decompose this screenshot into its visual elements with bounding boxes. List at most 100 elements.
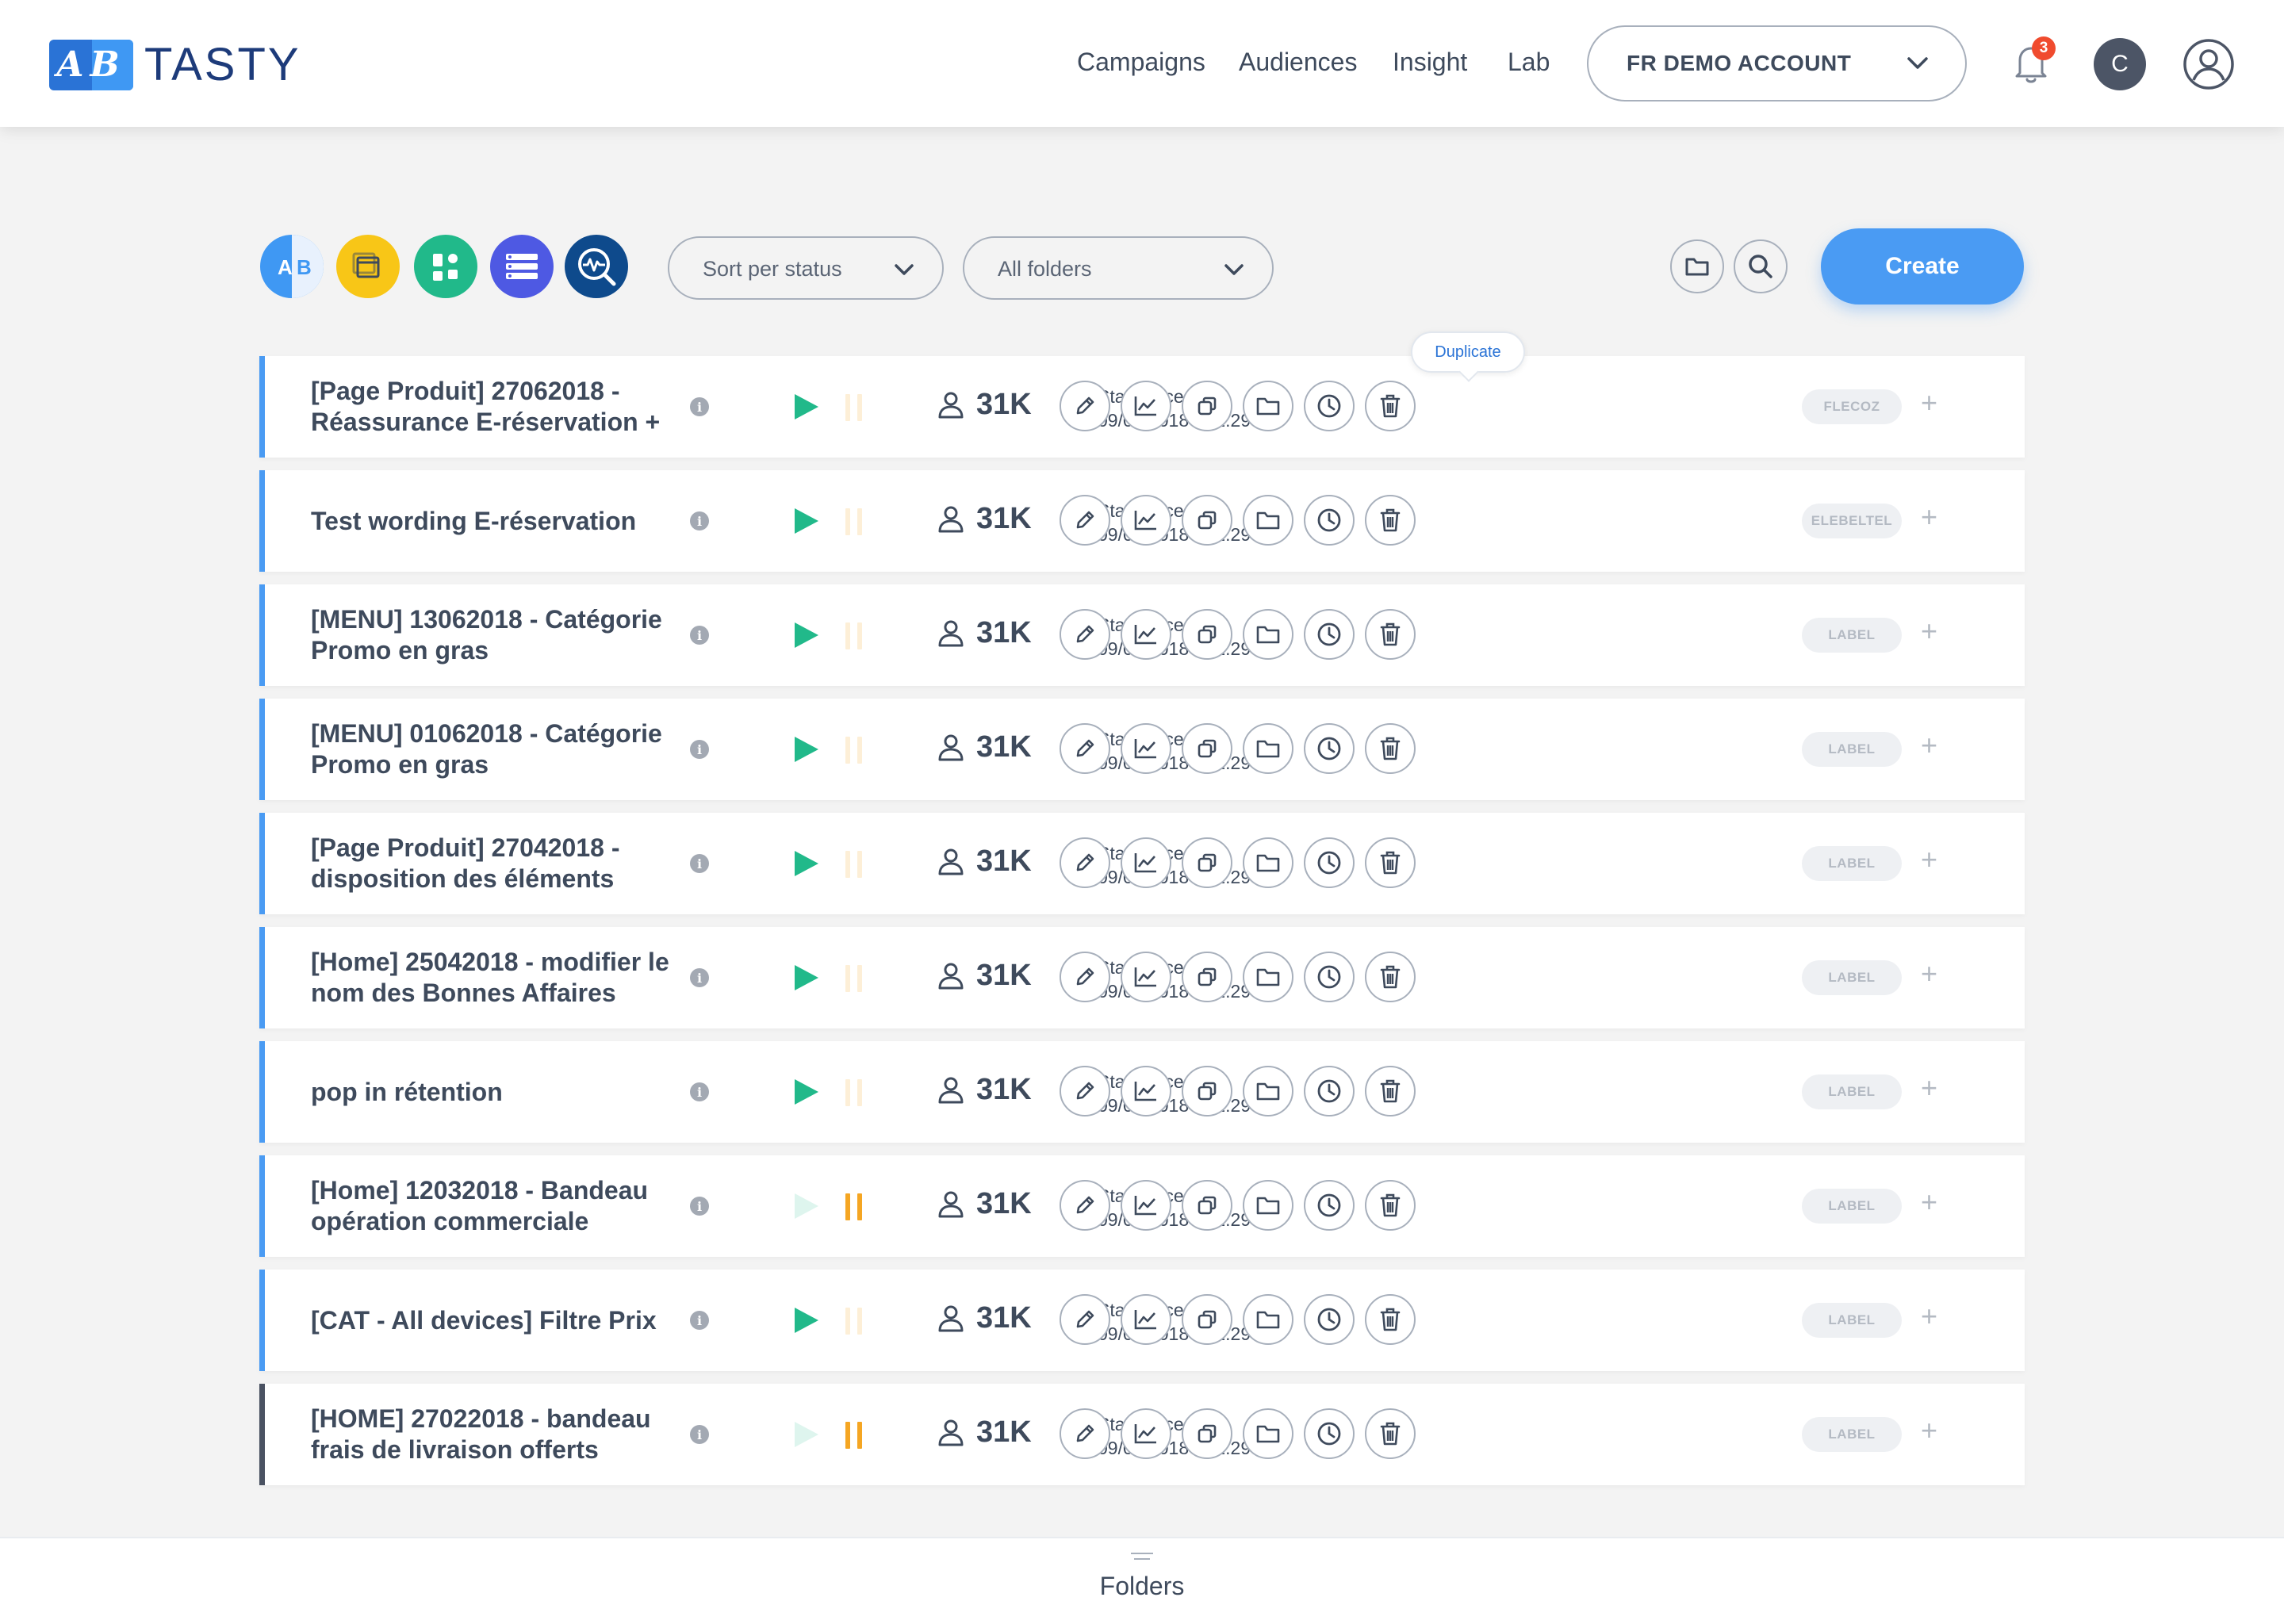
campaign-label-chip[interactable]: LABEL [1802, 1417, 1902, 1452]
campaign-row[interactable]: Test wording E-réservationi31KStart sinc… [259, 470, 2025, 572]
report-button[interactable] [1121, 837, 1171, 888]
history-button[interactable] [1304, 837, 1355, 888]
folder-view-button[interactable] [1670, 239, 1724, 293]
delete-button[interactable] [1365, 1066, 1416, 1116]
campaign-label-chip[interactable]: ELEBELTEL [1802, 504, 1902, 538]
campaign-row[interactable]: [Home] 25042018 - modifier le nom des Bo… [259, 927, 2025, 1028]
campaign-label-chip[interactable]: LABEL [1802, 1303, 1902, 1338]
play-icon[interactable] [790, 1190, 822, 1222]
pause-icon[interactable] [842, 393, 866, 421]
ab-tasty-logo[interactable]: AB TASTY [49, 38, 301, 91]
move-to-folder-button[interactable] [1243, 1180, 1293, 1231]
campaign-name[interactable]: [MENU] 13062018 - Catégorie Promo en gra… [311, 584, 676, 686]
account-selector[interactable]: FR DEMO ACCOUNT [1587, 25, 1967, 102]
edit-button[interactable] [1060, 1180, 1110, 1231]
report-button[interactable] [1121, 1066, 1171, 1116]
widgets-filter[interactable] [414, 235, 477, 298]
add-label-icon[interactable]: + [1921, 1300, 1937, 1333]
move-to-folder-button[interactable] [1243, 1294, 1293, 1345]
campaign-name[interactable]: [Page Produit] 27042018 - disposition de… [311, 813, 676, 914]
duplicate-button[interactable] [1182, 381, 1232, 431]
add-label-icon[interactable]: + [1921, 957, 1937, 990]
edit-button[interactable] [1060, 609, 1110, 660]
history-button[interactable] [1304, 495, 1355, 546]
report-button[interactable] [1121, 723, 1171, 774]
add-label-icon[interactable]: + [1921, 500, 1937, 534]
account-avatar[interactable]: C [2094, 38, 2146, 90]
report-button[interactable] [1121, 1180, 1171, 1231]
edit-button[interactable] [1060, 1408, 1110, 1459]
report-button[interactable] [1121, 952, 1171, 1002]
delete-button[interactable] [1365, 837, 1416, 888]
report-button[interactable] [1121, 609, 1171, 660]
edit-button[interactable] [1060, 952, 1110, 1002]
play-icon[interactable] [790, 1076, 822, 1108]
ab-test-filter[interactable]: A B [260, 235, 324, 298]
move-to-folder-button[interactable] [1243, 1066, 1293, 1116]
duplicate-button[interactable] [1182, 1408, 1232, 1459]
duplicate-button[interactable] [1182, 1066, 1232, 1116]
pause-icon[interactable] [842, 735, 866, 764]
delete-button[interactable] [1365, 952, 1416, 1002]
campaign-name[interactable]: [HOME] 27022018 - bandeau frais de livra… [311, 1384, 676, 1485]
campaign-row[interactable]: [MENU] 13062018 - Catégorie Promo en gra… [259, 584, 2025, 686]
move-to-folder-button[interactable] [1243, 837, 1293, 888]
drag-handle-icon[interactable] [1131, 1553, 1153, 1564]
campaign-label-chip[interactable]: LABEL [1802, 846, 1902, 881]
info-icon[interactable]: i [690, 740, 709, 759]
pause-icon[interactable] [842, 1420, 866, 1449]
move-to-folder-button[interactable] [1243, 495, 1293, 546]
play-icon[interactable] [790, 1419, 822, 1450]
performance-filter[interactable] [565, 235, 628, 298]
history-button[interactable] [1304, 1294, 1355, 1345]
folders-footer[interactable]: Folders [0, 1537, 2284, 1624]
history-button[interactable] [1304, 952, 1355, 1002]
play-icon[interactable] [790, 619, 822, 651]
campaign-row[interactable]: [Home] 12032018 - Bandeau opération comm… [259, 1155, 2025, 1257]
duplicate-button[interactable] [1182, 723, 1232, 774]
nav-audiences[interactable]: Audiences [1239, 48, 1357, 77]
duplicate-button[interactable] [1182, 952, 1232, 1002]
duplicate-button[interactable] [1182, 495, 1232, 546]
edit-button[interactable] [1060, 723, 1110, 774]
delete-button[interactable] [1365, 1408, 1416, 1459]
pause-icon[interactable] [842, 1078, 866, 1106]
play-icon[interactable] [790, 1304, 822, 1336]
move-to-folder-button[interactable] [1243, 609, 1293, 660]
add-label-icon[interactable]: + [1921, 1414, 1937, 1447]
info-icon[interactable]: i [690, 397, 709, 416]
duplicate-button[interactable] [1182, 1294, 1232, 1345]
campaign-label-chip[interactable]: LABEL [1802, 732, 1902, 767]
add-label-icon[interactable]: + [1921, 843, 1937, 876]
delete-button[interactable] [1365, 495, 1416, 546]
add-label-icon[interactable]: + [1921, 615, 1937, 648]
play-icon[interactable] [790, 391, 822, 423]
pause-icon[interactable] [842, 507, 866, 535]
campaign-name[interactable]: [Page Produit] 27062018 - Réassurance E-… [311, 356, 676, 458]
create-button[interactable]: Create [1821, 228, 2024, 304]
play-icon[interactable] [790, 962, 822, 994]
campaign-row[interactable]: [Page Produit] 27062018 - Réassurance E-… [259, 356, 2025, 458]
campaign-label-chip[interactable]: FLECOZ [1802, 389, 1902, 424]
duplicate-button[interactable] [1182, 1180, 1232, 1231]
delete-button[interactable] [1365, 1180, 1416, 1231]
add-label-icon[interactable]: + [1921, 729, 1937, 762]
edit-button[interactable] [1060, 1294, 1110, 1345]
pause-icon[interactable] [842, 963, 866, 992]
add-label-icon[interactable]: + [1921, 1071, 1937, 1105]
campaign-row[interactable]: pop in rétentioni31KStart since :09/07/2… [259, 1041, 2025, 1143]
user-profile-icon[interactable] [2182, 38, 2235, 90]
campaign-label-chip[interactable]: LABEL [1802, 1074, 1902, 1109]
edit-button[interactable] [1060, 381, 1110, 431]
nav-campaigns[interactable]: Campaigns [1077, 48, 1205, 77]
nav-insight[interactable]: Insight [1393, 48, 1467, 77]
play-icon[interactable] [790, 505, 822, 537]
campaign-name[interactable]: [Home] 12032018 - Bandeau opération comm… [311, 1155, 676, 1257]
pause-icon[interactable] [842, 1192, 866, 1220]
campaign-name[interactable]: [CAT - All devices] Filtre Prix [311, 1270, 676, 1371]
campaign-row[interactable]: [HOME] 27022018 - bandeau frais de livra… [259, 1384, 2025, 1485]
info-icon[interactable]: i [690, 968, 709, 987]
campaign-name[interactable]: [MENU] 01062018 - Catégorie Promo en gra… [311, 699, 676, 800]
info-icon[interactable]: i [690, 626, 709, 645]
info-icon[interactable]: i [690, 511, 709, 530]
